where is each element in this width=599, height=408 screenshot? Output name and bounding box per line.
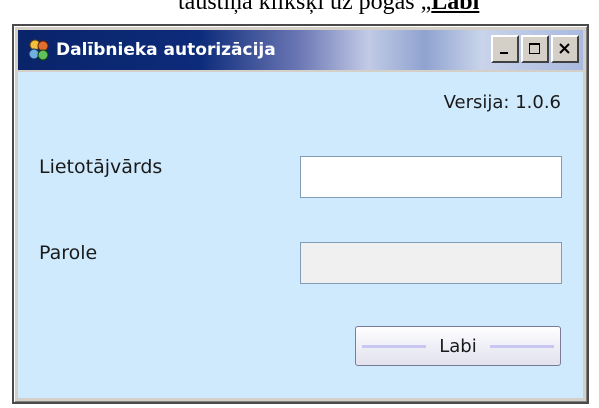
maximize-button[interactable] bbox=[521, 35, 549, 63]
title-bar[interactable]: Dalībnieka autorizācija bbox=[18, 30, 583, 70]
document-caption: taustiņa klikšķi uz pogas „Labi bbox=[178, 0, 599, 15]
ok-button[interactable]: Labi bbox=[355, 326, 561, 366]
password-label: Parole bbox=[39, 242, 98, 264]
login-window: Dalībnieka autorizācija Versija: 1.0.6 L… bbox=[12, 24, 589, 404]
close-button[interactable] bbox=[551, 35, 579, 63]
ok-button-label: Labi bbox=[439, 335, 477, 357]
window-controls bbox=[491, 35, 579, 63]
minimize-button[interactable] bbox=[491, 35, 519, 63]
username-input[interactable] bbox=[300, 156, 562, 198]
client-area: Versija: 1.0.6 Lietotājvārds Parole Labi bbox=[18, 72, 583, 398]
close-icon bbox=[559, 43, 570, 54]
username-label: Lietotājvārds bbox=[39, 156, 163, 178]
caption-bold-text: Labi bbox=[431, 0, 480, 15]
version-label: Versija: 1.0.6 bbox=[443, 92, 561, 113]
caption-text: taustiņa klikšķi uz pogas „ bbox=[178, 0, 432, 15]
app-puzzle-icon bbox=[26, 37, 52, 63]
minimize-icon bbox=[500, 52, 508, 54]
window-title: Dalībnieka autorizācija bbox=[56, 40, 276, 60]
maximize-icon bbox=[529, 43, 540, 54]
password-input[interactable] bbox=[300, 242, 562, 284]
